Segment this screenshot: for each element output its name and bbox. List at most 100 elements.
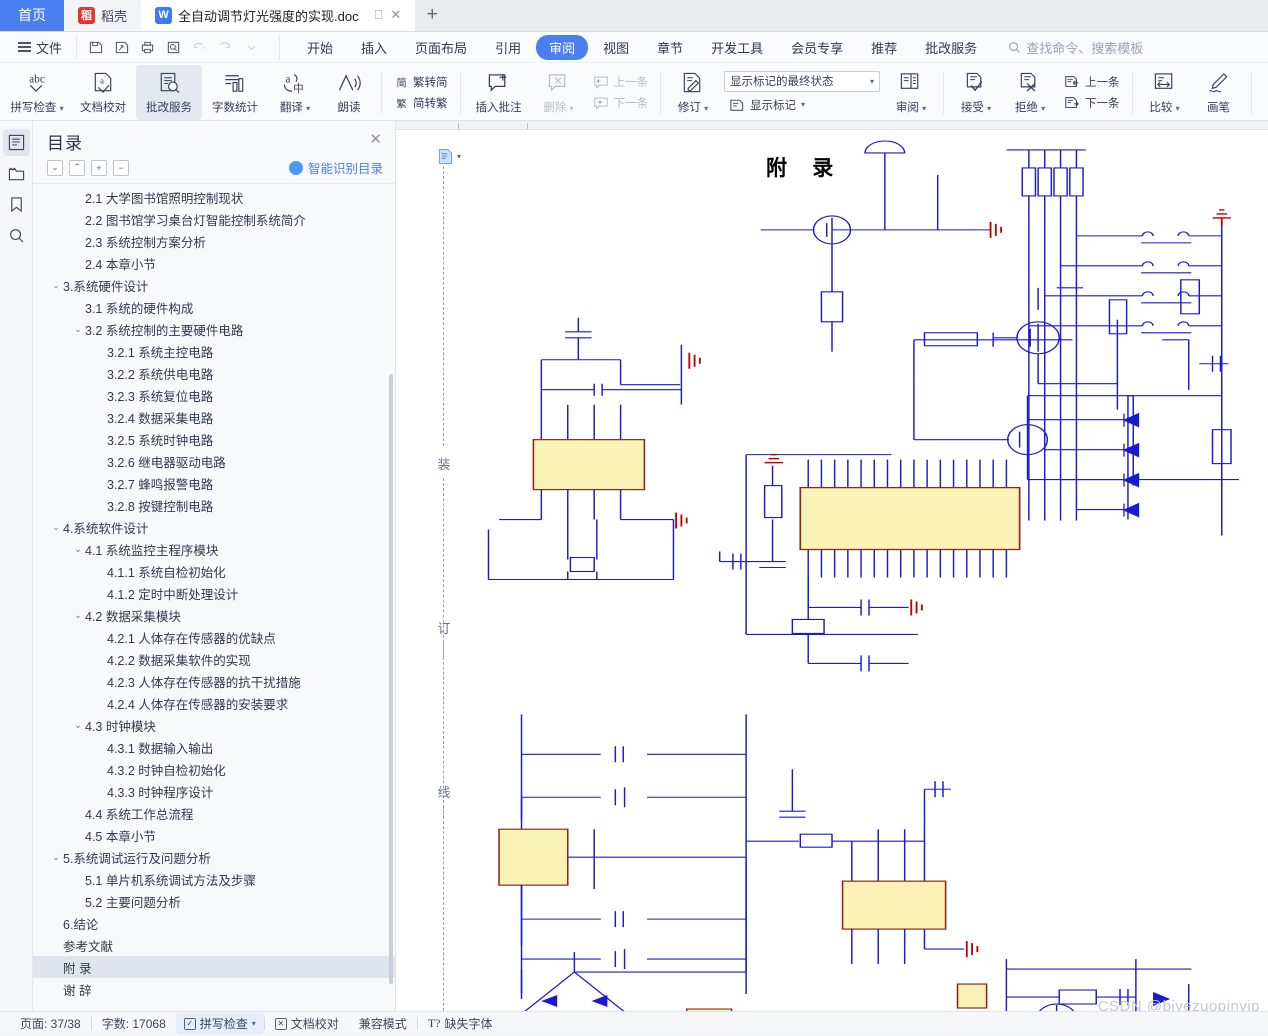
toc-item[interactable]: ⌄ 4.3 时钟模块	[33, 714, 395, 736]
tab-present-icon[interactable]: ⎕	[375, 7, 383, 23]
toc-item[interactable]: 5.1 单片机系统调试方法及步骤	[33, 868, 395, 890]
document-page[interactable]: ▾ 附 录 装 订 线 CSDN @biyezuopinvip	[396, 129, 1268, 1011]
tab-docer[interactable]: 稻 稻壳	[64, 0, 142, 31]
chevron-down-icon[interactable]: ⌄	[71, 324, 85, 335]
read-aloud-button[interactable]: 朗读	[322, 65, 376, 120]
toc-item[interactable]: 3.2.4 数据采集电路	[33, 406, 395, 428]
toc-item[interactable]: 附 录	[33, 956, 395, 978]
ribbon-tab-view[interactable]: 视图	[590, 35, 642, 60]
reject-button[interactable]: 拒绝 ▾	[1003, 65, 1057, 120]
chevron-down-icon[interactable]: ⌄	[49, 522, 63, 533]
undo-icon[interactable]	[187, 35, 211, 59]
ribbon-tab-correction[interactable]: 批改服务	[912, 35, 990, 60]
correction-service-button[interactable]: 批改服务	[136, 65, 202, 120]
toc-item[interactable]: 6.结论	[33, 912, 395, 934]
toc-item[interactable]: 参考文献	[33, 934, 395, 956]
toc-list[interactable]: 2.1 大学图书馆照明控制现状 2.2 图书馆学习桌台灯智能控制系统简介 2.3 系…	[33, 183, 395, 1011]
status-missing-font-button[interactable]: T? 缺失字体	[418, 1015, 503, 1032]
toc-collapse-up-icon[interactable]: ⌃	[69, 159, 85, 176]
simp-to-trad-button[interactable]: 繁 简转繁	[389, 93, 453, 113]
ribbon-tab-page-layout[interactable]: 页面布局	[402, 35, 480, 60]
chevron-down-icon[interactable]: ⌄	[49, 280, 63, 291]
ribbon-tab-start[interactable]: 开始	[294, 35, 346, 60]
toc-item[interactable]: 4.3.3 时钟程序设计	[33, 780, 395, 802]
save-as-icon[interactable]	[109, 35, 133, 59]
toc-close-icon[interactable]: ✕	[366, 129, 385, 150]
toc-level-plus-icon[interactable]: +	[91, 159, 107, 176]
toc-item[interactable]: 3.2.7 蜂鸣报警电路	[33, 472, 395, 494]
toc-item[interactable]: 3.2.3 系统复位电路	[33, 384, 395, 406]
toc-item[interactable]: 2.2 图书馆学习桌台灯智能控制系统简介	[33, 208, 395, 230]
toc-item[interactable]: 4.3.1 数据输入输出	[33, 736, 395, 758]
customize-toolbar-icon[interactable]	[239, 35, 263, 59]
toc-item[interactable]: 4.2.1 人体存在传感器的优缺点	[33, 626, 395, 648]
ribbon-tab-recommend[interactable]: 推荐	[858, 35, 910, 60]
toc-item[interactable]: 4.5 本章小节	[33, 824, 395, 846]
toc-expand-down-icon[interactable]: ⌄	[47, 159, 63, 176]
toc-item[interactable]: ⌄ 3.2 系统控制的主要硬件电路	[33, 318, 395, 340]
toc-item[interactable]: ⌄ 3.系统硬件设计	[33, 274, 395, 296]
delete-comment-button[interactable]: 删除 ▾	[532, 65, 586, 120]
toc-scrollbar[interactable]	[389, 374, 393, 984]
toc-item[interactable]: 4.1.1 系统自检初始化	[33, 560, 395, 582]
toc-item[interactable]: 5.2 主要问题分析	[33, 890, 395, 912]
prev-comment-button[interactable]: 上一条	[588, 72, 654, 92]
new-tab-button[interactable]: +	[415, 0, 450, 31]
restrict-edit-button[interactable]: 限制编辑	[1257, 65, 1268, 120]
redo-icon[interactable]	[213, 35, 237, 59]
print-icon[interactable]	[135, 35, 159, 59]
toc-item[interactable]: ⌄ 5.系统调试运行及问题分析	[33, 846, 395, 868]
next-change-button[interactable]: 下一条	[1059, 93, 1125, 113]
toc-item[interactable]: 3.1 系统的硬件构成	[33, 296, 395, 318]
markup-state-select[interactable]: 显示标记的最终状态 ▾	[724, 70, 880, 92]
rail-bookmark-icon[interactable]	[3, 191, 30, 218]
file-menu-button[interactable]: 文件	[8, 38, 72, 57]
toc-item[interactable]: 3.2.8 按键控制电路	[33, 494, 395, 516]
document-area[interactable]: ▾ 附 录 装 订 线 CSDN @biyezuopinvip	[396, 121, 1268, 1011]
accept-button[interactable]: 接受 ▾	[949, 65, 1003, 120]
toc-level-minus-icon[interactable]: −	[113, 159, 129, 176]
pen-button[interactable]: 画笔	[1192, 65, 1246, 120]
toc-item[interactable]: 谢 辞	[33, 978, 395, 1000]
ribbon-tab-insert[interactable]: 插入	[348, 35, 400, 60]
toc-item[interactable]: ⌄ 4.系统软件设计	[33, 516, 395, 538]
toc-item[interactable]: 4.2.2 数据采集软件的实现	[33, 648, 395, 670]
chevron-down-icon[interactable]: ⌄	[71, 720, 85, 731]
tab-close-icon[interactable]: ✕	[390, 7, 401, 23]
tab-home[interactable]: 首页	[0, 0, 64, 31]
rail-thumbnail-icon[interactable]	[3, 160, 30, 187]
insert-comment-button[interactable]: 插入批注	[466, 65, 532, 120]
toc-item[interactable]: 2.1 大学图书馆照明控制现状	[33, 186, 395, 208]
trad-to-simp-button[interactable]: 简 繁转简	[389, 72, 453, 92]
tab-document[interactable]: W 全自动调节灯光强度的实现.doc ⎕ ✕	[141, 0, 416, 31]
toc-item[interactable]: 4.2.3 人体存在传感器的抗干扰措施	[33, 670, 395, 692]
ribbon-tab-references[interactable]: 引用	[482, 35, 534, 60]
toc-item[interactable]: 3.2.5 系统时钟电路	[33, 428, 395, 450]
ribbon-tab-member[interactable]: 会员专享	[778, 35, 856, 60]
toc-item[interactable]: 4.4 系统工作总流程	[33, 802, 395, 824]
toc-item[interactable]: 4.1.2 定时中断处理设计	[33, 582, 395, 604]
show-markup-button[interactable]: 显示标记 ▾	[724, 95, 880, 115]
save-icon[interactable]	[83, 35, 107, 59]
toc-item[interactable]: 3.2.1 系统主控电路	[33, 340, 395, 362]
toc-item[interactable]: 2.4 本章小节	[33, 252, 395, 274]
ribbon-tab-section[interactable]: 章节	[644, 35, 696, 60]
ribbon-tab-dev-tools[interactable]: 开发工具	[698, 35, 776, 60]
rail-search-icon[interactable]	[3, 222, 30, 249]
next-comment-button[interactable]: 下一条	[588, 93, 654, 113]
doc-proof-button[interactable]: a 文档校对	[70, 65, 136, 120]
chevron-down-icon[interactable]: ⌄	[71, 544, 85, 555]
revision-button[interactable]: 修订 ▾	[666, 65, 720, 120]
toc-item[interactable]: 4.3.2 时钟自检初始化	[33, 758, 395, 780]
review-pane-button[interactable]: 审阅 ▾	[884, 65, 938, 120]
spell-check-button[interactable]: abc 拼写检查 ▾	[4, 65, 70, 120]
rail-outline-icon[interactable]	[2, 129, 30, 156]
chevron-down-icon[interactable]: ⌄	[71, 610, 85, 621]
print-preview-icon[interactable]	[161, 35, 185, 59]
word-count-button[interactable]: 字数统计	[202, 65, 268, 120]
prev-change-button[interactable]: 上一条	[1059, 72, 1125, 92]
toc-item[interactable]: ⌄ 4.1 系统监控主程序模块	[33, 538, 395, 560]
smart-detect-toc-button[interactable]: 智能识别目录	[288, 158, 383, 177]
toc-item[interactable]: 3.2.2 系统供电电路	[33, 362, 395, 384]
translate-button[interactable]: a中 翻译 ▾	[268, 65, 322, 120]
